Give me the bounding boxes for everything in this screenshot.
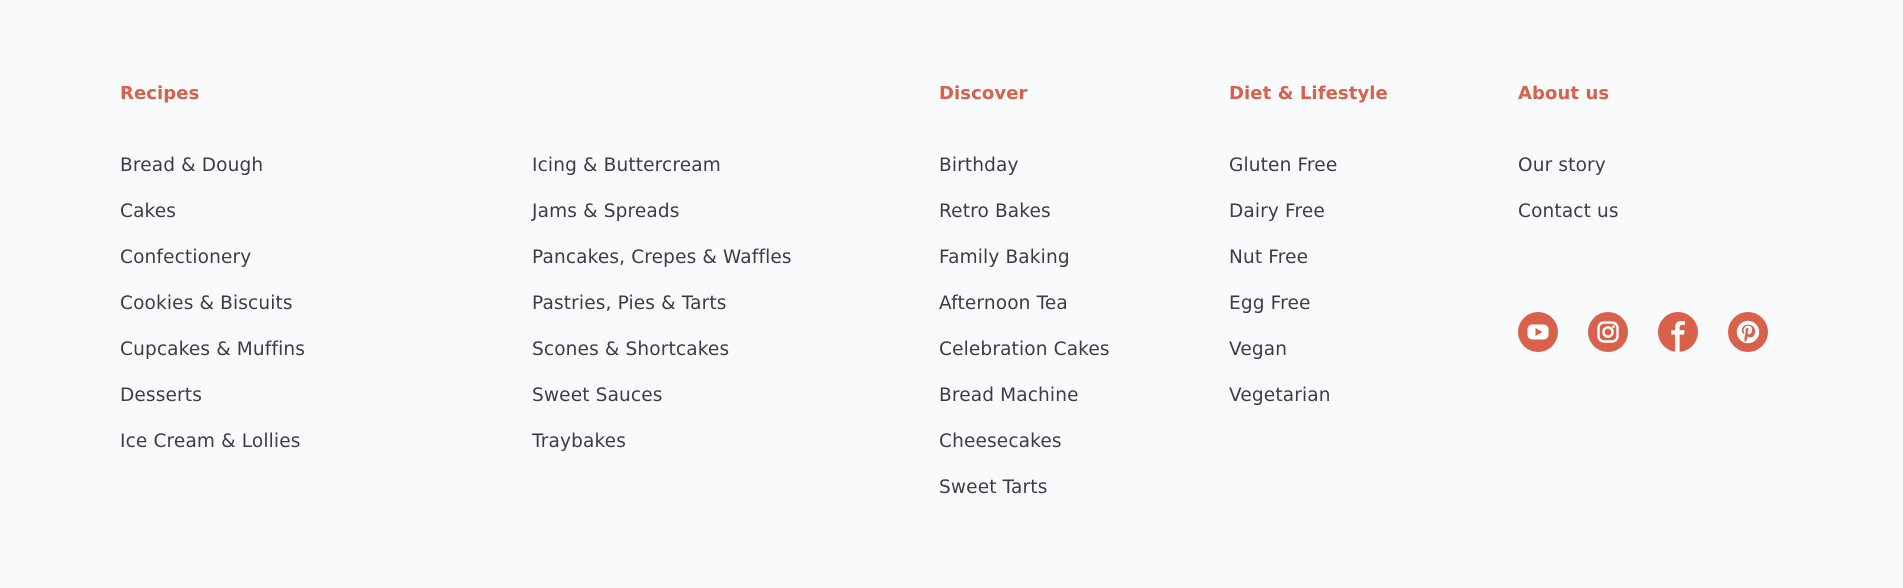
youtube-icon[interactable] xyxy=(1518,312,1558,352)
list-item: Contact us xyxy=(1518,200,1619,246)
list-item: Birthday xyxy=(939,154,1110,200)
pinterest-icon[interactable] xyxy=(1728,312,1768,352)
discover-link-celebration-cakes[interactable]: Celebration Cakes xyxy=(939,339,1110,360)
diet-list: Gluten Free Dairy Free Nut Free Egg Free… xyxy=(1229,154,1337,430)
discover-link-family-baking[interactable]: Family Baking xyxy=(939,247,1070,268)
discover-link-afternoon-tea[interactable]: Afternoon Tea xyxy=(939,293,1068,314)
recipes-link-ice-cream-lollies[interactable]: Ice Cream & Lollies xyxy=(120,431,301,452)
list-item: Jams & Spreads xyxy=(532,200,792,246)
social-links xyxy=(1518,312,1768,352)
list-item: Bread & Dough xyxy=(120,154,305,200)
recipes-link-scones[interactable]: Scones & Shortcakes xyxy=(532,339,729,360)
list-item: Cookies & Biscuits xyxy=(120,292,305,338)
about-list: Our story Contact us xyxy=(1518,154,1619,246)
recipes-link-confectionery[interactable]: Confectionery xyxy=(120,247,251,268)
recipes-link-jams-spreads[interactable]: Jams & Spreads xyxy=(532,201,680,222)
list-item: Pancakes, Crepes & Waffles xyxy=(532,246,792,292)
recipes-link-cakes[interactable]: Cakes xyxy=(120,201,176,222)
diet-heading: Diet & Lifestyle xyxy=(1229,83,1388,104)
list-item: Icing & Buttercream xyxy=(532,154,792,200)
diet-link-egg-free[interactable]: Egg Free xyxy=(1229,293,1311,314)
recipes-list-right: Icing & Buttercream Jams & Spreads Panca… xyxy=(532,154,792,476)
recipes-link-desserts[interactable]: Desserts xyxy=(120,385,202,406)
discover-link-sweet-tarts[interactable]: Sweet Tarts xyxy=(939,477,1048,498)
facebook-icon[interactable] xyxy=(1658,312,1698,352)
list-item: Confectionery xyxy=(120,246,305,292)
list-item: Celebration Cakes xyxy=(939,338,1110,384)
diet-link-nut-free[interactable]: Nut Free xyxy=(1229,247,1308,268)
diet-link-vegan[interactable]: Vegan xyxy=(1229,339,1287,360)
list-item: Vegetarian xyxy=(1229,384,1337,430)
list-item: Gluten Free xyxy=(1229,154,1337,200)
list-item: Ice Cream & Lollies xyxy=(120,430,305,476)
instagram-icon[interactable] xyxy=(1588,312,1628,352)
list-item: Cheesecakes xyxy=(939,430,1110,476)
list-item: Desserts xyxy=(120,384,305,430)
list-item: Egg Free xyxy=(1229,292,1337,338)
about-link-contact-us[interactable]: Contact us xyxy=(1518,201,1619,222)
diet-link-gluten-free[interactable]: Gluten Free xyxy=(1229,155,1337,176)
recipes-link-bread-dough[interactable]: Bread & Dough xyxy=(120,155,263,176)
list-item: Vegan xyxy=(1229,338,1337,384)
recipes-link-icing-buttercream[interactable]: Icing & Buttercream xyxy=(532,155,721,176)
list-item: Cakes xyxy=(120,200,305,246)
list-item: Cupcakes & Muffins xyxy=(120,338,305,384)
list-item: Nut Free xyxy=(1229,246,1337,292)
list-item: Pastries, Pies & Tarts xyxy=(532,292,792,338)
discover-link-retro-bakes[interactable]: Retro Bakes xyxy=(939,201,1051,222)
site-footer: Recipes Bread & Dough Cakes Confectioner… xyxy=(0,0,1903,588)
recipes-list-left: Bread & Dough Cakes Confectionery Cookie… xyxy=(120,154,305,476)
list-item: Sweet Tarts xyxy=(939,476,1110,522)
recipes-heading: Recipes xyxy=(120,83,200,104)
list-item: Our story xyxy=(1518,154,1619,200)
recipes-link-cookies-biscuits[interactable]: Cookies & Biscuits xyxy=(120,293,293,314)
list-item: Afternoon Tea xyxy=(939,292,1110,338)
recipes-link-cupcakes-muffins[interactable]: Cupcakes & Muffins xyxy=(120,339,305,360)
discover-link-bread-machine[interactable]: Bread Machine xyxy=(939,385,1079,406)
list-item: Traybakes xyxy=(532,430,792,476)
recipes-link-pastries[interactable]: Pastries, Pies & Tarts xyxy=(532,293,727,314)
discover-link-birthday[interactable]: Birthday xyxy=(939,155,1019,176)
list-item: Retro Bakes xyxy=(939,200,1110,246)
list-item: Sweet Sauces xyxy=(532,384,792,430)
discover-heading: Discover xyxy=(939,83,1028,104)
list-item: Bread Machine xyxy=(939,384,1110,430)
list-item: Scones & Shortcakes xyxy=(532,338,792,384)
discover-list: Birthday Retro Bakes Family Baking After… xyxy=(939,154,1110,522)
discover-link-cheesecakes[interactable]: Cheesecakes xyxy=(939,431,1062,452)
recipes-link-sweet-sauces[interactable]: Sweet Sauces xyxy=(532,385,663,406)
list-item: Family Baking xyxy=(939,246,1110,292)
diet-link-vegetarian[interactable]: Vegetarian xyxy=(1229,385,1331,406)
recipes-link-pancakes[interactable]: Pancakes, Crepes & Waffles xyxy=(532,247,792,268)
about-heading: About us xyxy=(1518,83,1610,104)
recipes-link-traybakes[interactable]: Traybakes xyxy=(532,431,626,452)
about-link-our-story[interactable]: Our story xyxy=(1518,155,1606,176)
list-item: Dairy Free xyxy=(1229,200,1337,246)
diet-link-dairy-free[interactable]: Dairy Free xyxy=(1229,201,1325,222)
